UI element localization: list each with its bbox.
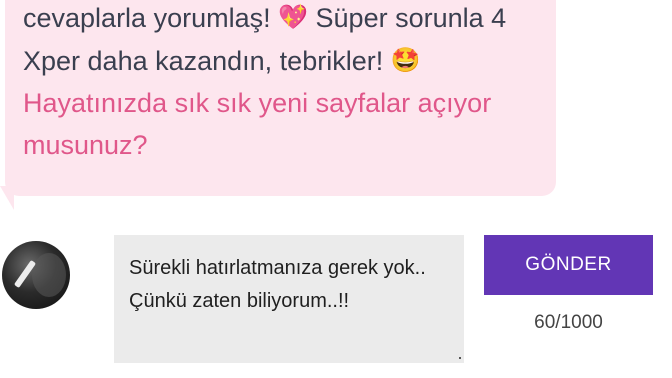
message-line-1: cevaplarla yorumlaş! 💖 Süper sorunla 4 xyxy=(23,0,543,39)
question-line-1: Hayatınızda sık sık yeni sayfalar açıyor xyxy=(23,88,492,118)
avatar-face-shape xyxy=(32,253,66,297)
resize-handle-icon[interactable] xyxy=(459,357,461,359)
message-line-1-text: cevaplarla yorumlaş! xyxy=(23,3,271,33)
message-line-2-text: Xper daha kazandın, tebrikler! xyxy=(23,46,384,76)
user-avatar-icon[interactable] xyxy=(2,241,70,309)
sparkling-heart-icon: 💖 xyxy=(278,3,309,31)
message-line-1-tail: Süper sorunla 4 xyxy=(315,3,507,33)
question-line-2: musunuz? xyxy=(23,130,148,160)
message-text: cevaplarla yorumlaş! 💖 Süper sorunla 4 X… xyxy=(23,0,543,166)
message-bubble-tail xyxy=(0,186,14,210)
message-line-2: Xper daha kazandın, tebrikler! 🤩 xyxy=(23,39,543,82)
star-struck-icon: 🤩 xyxy=(390,46,421,74)
send-button[interactable]: GÖNDER xyxy=(484,235,653,295)
comment-input[interactable]: Sürekli hatırlatmanıza gerek yok.. Çünkü… xyxy=(114,235,464,363)
character-counter: 60/1000 xyxy=(534,312,603,333)
